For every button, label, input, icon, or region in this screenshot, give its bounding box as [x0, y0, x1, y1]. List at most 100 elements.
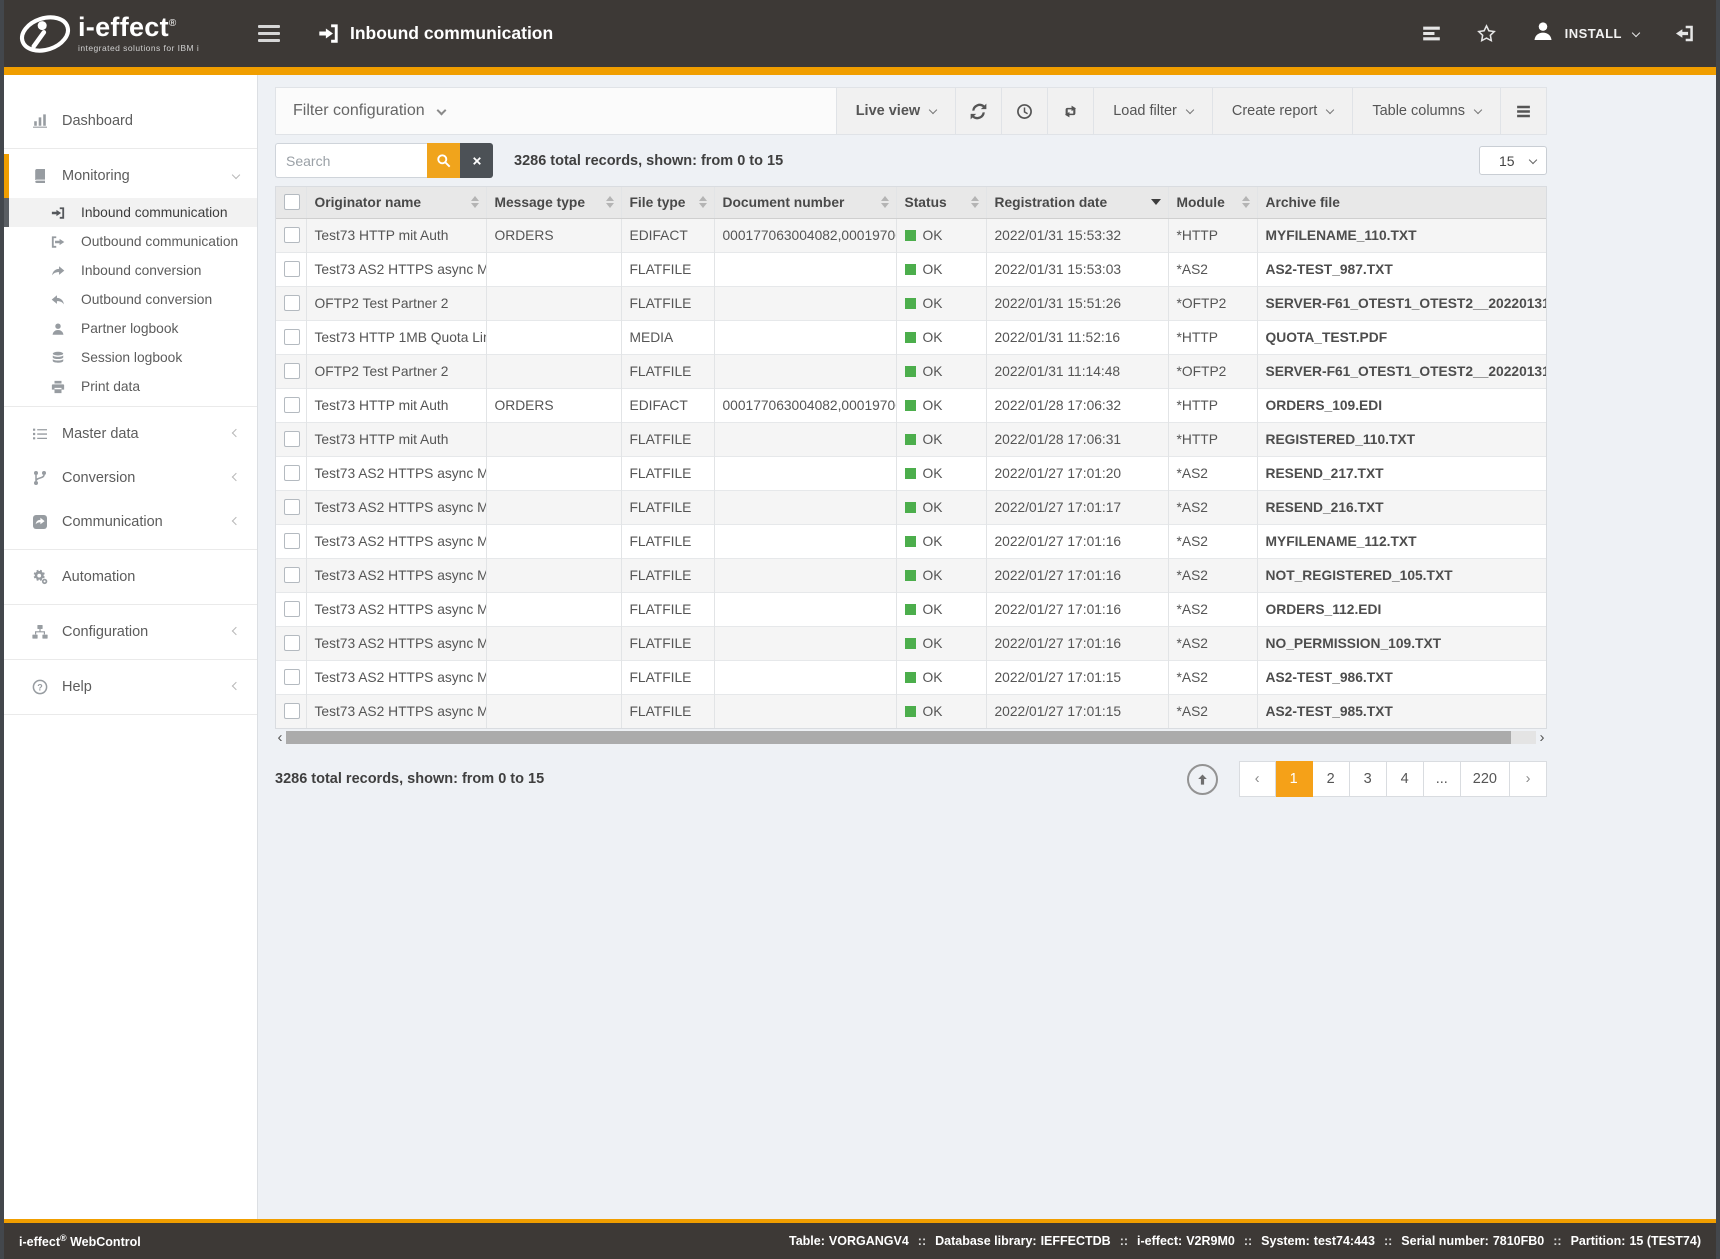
- status-ok-indicator: [905, 536, 916, 547]
- table-row[interactable]: Test73 AS2 HTTPS async MDNFLATFILEOK2022…: [276, 490, 1546, 524]
- row-checkbox[interactable]: [284, 431, 300, 447]
- row-checkbox[interactable]: [284, 465, 300, 481]
- table-row[interactable]: Test73 AS2 HTTPS async MDNFLATFILEOK2022…: [276, 524, 1546, 558]
- column-header-document-number[interactable]: Document number: [714, 187, 896, 218]
- scroll-right-arrow[interactable]: ›: [1537, 730, 1547, 745]
- row-checkbox[interactable]: [284, 703, 300, 719]
- table-row[interactable]: Test73 HTTP mit AuthORDERSEDIFACT0001770…: [276, 218, 1546, 252]
- sidebar-item-monitoring[interactable]: Monitoring: [4, 154, 257, 198]
- sidebar-item-master-data[interactable]: Master data: [4, 412, 257, 456]
- sidebar-item-automation[interactable]: Automation: [4, 555, 257, 599]
- table-row[interactable]: Test73 HTTP 1MB Quota LimitMEDIAOK2022/0…: [276, 320, 1546, 354]
- row-checkbox[interactable]: [284, 295, 300, 311]
- table-row[interactable]: Test73 AS2 HTTPS async MDNFLATFILEOK2022…: [276, 592, 1546, 626]
- row-checkbox[interactable]: [284, 397, 300, 413]
- sidebar-item-label: Outbound communication: [81, 234, 238, 249]
- filter-configuration-toggle[interactable]: Filter configuration: [276, 88, 836, 134]
- sidebar-item-inbound-communication[interactable]: Inbound communication: [4, 198, 257, 227]
- column-header-message-type[interactable]: Message type: [486, 187, 621, 218]
- share-square-icon: [32, 514, 51, 530]
- create-report-button[interactable]: Create report: [1212, 88, 1352, 134]
- column-header-archive-file[interactable]: Archive file: [1257, 187, 1546, 218]
- column-header-file-type[interactable]: File type: [621, 187, 714, 218]
- table-row[interactable]: Test73 AS2 HTTPS async MDNFLATFILEOK2022…: [276, 660, 1546, 694]
- row-checkbox[interactable]: [284, 499, 300, 515]
- row-checkbox[interactable]: [284, 227, 300, 243]
- search-button[interactable]: [427, 143, 460, 178]
- row-checkbox[interactable]: [284, 363, 300, 379]
- page-size-select[interactable]: 15: [1479, 146, 1547, 175]
- sidebar-item-outbound-communication[interactable]: Outbound communication: [4, 227, 257, 256]
- row-checkbox[interactable]: [284, 635, 300, 651]
- user-menu[interactable]: INSTALL: [1532, 20, 1639, 47]
- scrollbar-thumb[interactable]: [286, 731, 1511, 744]
- row-checkbox[interactable]: [284, 261, 300, 277]
- table-columns-button[interactable]: Table columns: [1352, 88, 1500, 134]
- column-header-module[interactable]: Module: [1168, 187, 1257, 218]
- app-logo[interactable]: i-effect® integrated solutions for IBM i: [18, 11, 230, 57]
- search-input[interactable]: [275, 143, 427, 178]
- sidebar-item-help[interactable]: ?Help: [4, 665, 257, 709]
- table-row[interactable]: Test73 AS2 HTTPS async MDNFLATFILEOK2022…: [276, 252, 1546, 286]
- cell-status: OK: [896, 354, 986, 388]
- sidebar-item-dashboard[interactable]: Dashboard: [4, 99, 257, 143]
- sidebar-item-session-logbook[interactable]: Session logbook: [4, 343, 257, 372]
- select-all-checkbox[interactable]: [284, 194, 300, 210]
- cell-checkbox: [276, 490, 306, 524]
- column-header-registration-date[interactable]: Registration date: [986, 187, 1168, 218]
- pagination-page-3[interactable]: 3: [1350, 761, 1387, 797]
- row-checkbox[interactable]: [284, 329, 300, 345]
- pagination-page-4[interactable]: 4: [1387, 761, 1424, 797]
- pagination-prev[interactable]: ‹: [1239, 761, 1276, 797]
- cell-archive-file: MYFILENAME_110.TXT: [1257, 218, 1546, 252]
- sidebar-item-partner-logbook[interactable]: Partner logbook: [4, 314, 257, 343]
- cell-document-number: [714, 320, 896, 354]
- pagination-page-2[interactable]: 2: [1313, 761, 1350, 797]
- row-checkbox[interactable]: [284, 669, 300, 685]
- table-row[interactable]: Test73 HTTP mit AuthORDERSEDIFACT0001770…: [276, 388, 1546, 422]
- view-list-button[interactable]: [1500, 88, 1546, 134]
- pagination-page-1[interactable]: 1: [1276, 761, 1313, 797]
- table-row[interactable]: Test73 AS2 HTTPS async MDNFLATFILEOK2022…: [276, 626, 1546, 660]
- load-filter-button[interactable]: Load filter: [1093, 88, 1212, 134]
- cell-archive-file: NOT_REGISTERED_105.TXT: [1257, 558, 1546, 592]
- table-row[interactable]: Test73 HTTP mit AuthFLATFILEOK2022/01/28…: [276, 422, 1546, 456]
- status-separator: ::: [1384, 1234, 1392, 1248]
- scroll-top-button[interactable]: [1187, 764, 1218, 795]
- clock-button[interactable]: [1001, 88, 1047, 134]
- star-icon[interactable]: [1477, 24, 1496, 43]
- sidebar-item-print-data[interactable]: Print data: [4, 372, 257, 401]
- clear-search-button[interactable]: [460, 143, 493, 178]
- sidebar-item-outbound-conversion[interactable]: Outbound conversion: [4, 285, 257, 314]
- cell-checkbox: [276, 354, 306, 388]
- retweet-button[interactable]: [1047, 88, 1093, 134]
- refresh-button[interactable]: [955, 88, 1001, 134]
- menu-toggle-button[interactable]: [254, 21, 284, 46]
- pagination-next[interactable]: ›: [1510, 761, 1547, 797]
- column-header-status[interactable]: Status: [896, 187, 986, 218]
- sidebar-item-conversion[interactable]: Conversion: [4, 456, 257, 500]
- column-header-originator-name[interactable]: Originator name: [306, 187, 486, 218]
- cell-status: OK: [896, 592, 986, 626]
- cell-file-type: FLATFILE: [621, 422, 714, 456]
- sidebar-item-label: Outbound conversion: [81, 292, 212, 307]
- table-row[interactable]: Test73 AS2 HTTPS async MDNFLATFILEOK2022…: [276, 456, 1546, 490]
- table-row[interactable]: Test73 AS2 HTTPS async MDNFLATFILEOK2022…: [276, 694, 1546, 728]
- row-checkbox[interactable]: [284, 601, 300, 617]
- live-view-button[interactable]: Live view: [836, 88, 955, 134]
- page-title: Inbound communication: [350, 23, 553, 44]
- table-row[interactable]: OFTP2 Test Partner 2FLATFILEOK2022/01/31…: [276, 354, 1546, 388]
- row-checkbox[interactable]: [284, 533, 300, 549]
- sidebar-item-configuration[interactable]: Configuration: [4, 610, 257, 654]
- table-row[interactable]: OFTP2 Test Partner 2FLATFILEOK2022/01/31…: [276, 286, 1546, 320]
- sidebar-item-inbound-conversion[interactable]: Inbound conversion: [4, 256, 257, 285]
- scroll-left-arrow[interactable]: ‹: [275, 730, 285, 745]
- sidebar-item-communication[interactable]: Communication: [4, 500, 257, 544]
- lines-icon[interactable]: [1422, 24, 1441, 43]
- row-checkbox[interactable]: [284, 567, 300, 583]
- logout-icon[interactable]: [1675, 24, 1694, 43]
- cell-status: OK: [896, 660, 986, 694]
- scrollbar-track[interactable]: [286, 731, 1536, 744]
- pagination-page-220[interactable]: 220: [1461, 761, 1510, 797]
- table-row[interactable]: Test73 AS2 HTTPS async MDNFLATFILEOK2022…: [276, 558, 1546, 592]
